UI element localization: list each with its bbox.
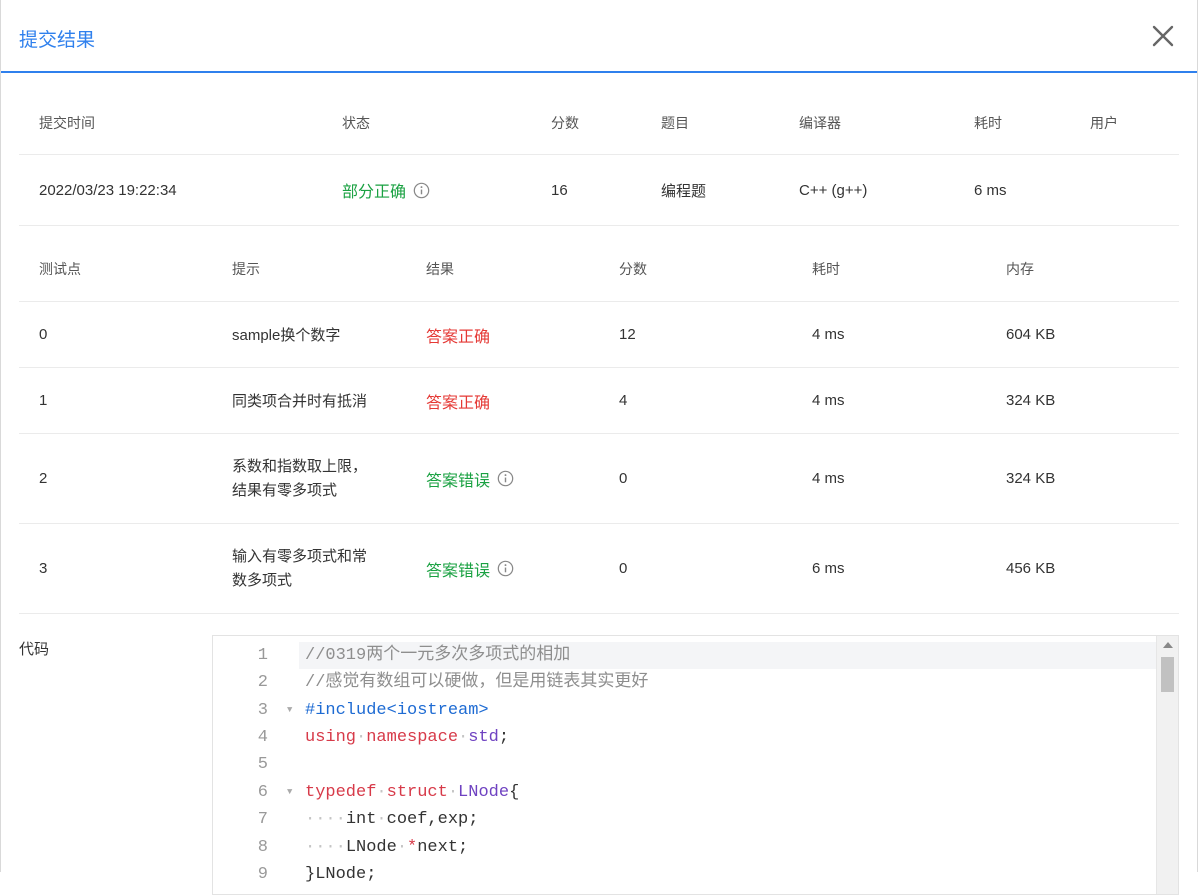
case-result-text: 答案错误 — [426, 472, 491, 490]
case-hint-line-1: 输入有零多项式和常 — [232, 547, 368, 565]
case-time: 4 ms — [812, 392, 845, 409]
line-number: 9 — [257, 865, 268, 884]
dialog-header: 提交结果 — [1, 0, 1197, 73]
case-hint: 同类项合并时有抵消 — [232, 393, 368, 410]
total-duration: 6 ms — [974, 181, 1007, 199]
code-text: ····int·coef,exp; — [305, 810, 479, 829]
code-line: 7 ····int·coef,exp; — [213, 806, 1158, 833]
code-label: 代码 — [19, 641, 50, 658]
case-hint-line-2: 数多项式 — [232, 571, 293, 589]
info-icon[interactable] — [497, 470, 514, 487]
table-row: 0 sample换个数字 答案正确 12 4 ms 604 KB — [19, 302, 1179, 368]
header-result: 结果 — [426, 261, 454, 277]
line-number: 4 — [257, 728, 268, 747]
case-time: 4 ms — [812, 326, 845, 343]
header-memory: 内存 — [1006, 261, 1034, 277]
compiler-name: C++ (g++) — [799, 181, 868, 199]
code-line: 2 //感觉有数组可以硬做，但是用链表其实更好 — [213, 669, 1158, 696]
problem-name: 编程题 — [661, 182, 707, 200]
submission-result-dialog: 提交结果 提交时间 状态 分数 题目 编译器 耗时 用户 2022/03/23 … — [0, 0, 1198, 895]
case-time: 6 ms — [812, 560, 845, 577]
close-icon[interactable] — [1151, 24, 1175, 48]
case-time: 4 ms — [812, 470, 845, 487]
code-text: #include<iostream> — [305, 701, 489, 720]
testcase-table: 测试点 提示 结果 分数 耗时 内存 0 sample换个数字 答案正确 12 … — [19, 237, 1179, 614]
case-memory: 456 KB — [1006, 560, 1056, 577]
fold-arrow-icon[interactable]: ▼ — [287, 779, 297, 806]
header-case-score: 分数 — [619, 261, 647, 277]
fold-arrow-icon[interactable]: ▼ — [287, 697, 297, 724]
line-number: 2 — [257, 673, 268, 692]
case-memory: 324 KB — [1006, 392, 1056, 409]
code-line: 8 ····LNode·*next; — [213, 834, 1158, 861]
code-line: 5 — [213, 751, 1158, 778]
scroll-thumb[interactable] — [1161, 657, 1174, 692]
line-number: 8 — [257, 838, 268, 857]
total-score: 16 — [551, 181, 568, 199]
header-submit-time: 提交时间 — [39, 115, 95, 131]
case-result: 答案正确 — [426, 394, 491, 412]
code-text: ····LNode·*next; — [305, 838, 469, 857]
table-row: 3 输入有零多项式和常 数多项式 答案错误 0 6 ms 456 KB — [19, 524, 1179, 614]
code-text: }LNode; — [305, 865, 377, 884]
scroll-up-arrow-icon[interactable] — [1163, 642, 1173, 648]
case-hint: 系数和指数取上限， 结果有零多项式 — [232, 434, 367, 523]
case-result: 答案正确 — [426, 328, 491, 346]
status-text: 部分正确 — [342, 184, 407, 201]
header-problem: 题目 — [661, 115, 689, 131]
code-line: 1 //0319两个一元多次多项式的相加 — [213, 642, 1158, 669]
case-result[interactable]: 答案错误 — [426, 524, 514, 613]
table-row: 1 同类项合并时有抵消 答案正确 4 4 ms 324 KB — [19, 368, 1179, 434]
header-testcase: 测试点 — [39, 261, 81, 277]
line-number: 6 — [257, 783, 268, 802]
code-text: //感觉有数组可以硬做，但是用链表其实更好 — [305, 673, 649, 692]
dialog-title: 提交结果 — [19, 30, 96, 51]
case-id: 2 — [39, 470, 48, 487]
case-result[interactable]: 答案错误 — [426, 434, 514, 523]
case-score: 0 — [619, 560, 628, 577]
case-score: 4 — [619, 392, 628, 409]
code-line: 3 ▼ #include<iostream> — [213, 697, 1158, 724]
case-memory: 324 KB — [1006, 470, 1056, 487]
line-number: 1 — [257, 646, 268, 665]
case-result-text: 答案错误 — [426, 562, 491, 580]
case-memory: 604 KB — [1006, 326, 1056, 343]
header-score: 分数 — [551, 115, 579, 131]
submit-time: 2022/03/23 19:22:34 — [39, 181, 177, 199]
header-compiler: 编译器 — [799, 115, 841, 131]
code-text: //0319两个一元多次多项式的相加 — [305, 646, 571, 665]
case-id: 0 — [39, 326, 48, 343]
summary-header-row: 提交时间 状态 分数 题目 编译器 耗时 用户 — [19, 92, 1179, 155]
case-score: 12 — [619, 326, 636, 343]
summary-row: 2022/03/23 19:22:34 部分正确 16 编程题 C++ (g++… — [19, 155, 1179, 226]
code-scrollbar[interactable] — [1156, 636, 1178, 894]
case-id: 3 — [39, 560, 48, 577]
code-line: 4 using·namespace·std; — [213, 724, 1158, 751]
testcase-header-row: 测试点 提示 结果 分数 耗时 内存 — [19, 237, 1179, 302]
case-hint-line-1: 系数和指数取上限， — [232, 457, 368, 475]
info-icon[interactable] — [497, 560, 514, 577]
case-id: 1 — [39, 392, 48, 409]
line-number: 5 — [257, 755, 268, 774]
code-line: 9 }LNode; — [213, 861, 1158, 888]
table-row: 2 系数和指数取上限， 结果有零多项式 答案错误 0 4 ms 324 KB — [19, 434, 1179, 524]
status-badge[interactable]: 部分正确 — [342, 155, 430, 225]
case-hint: 输入有零多项式和常 数多项式 — [232, 524, 367, 613]
case-hint-line-2: 结果有零多项式 — [232, 481, 338, 499]
case-score: 0 — [619, 470, 628, 487]
header-duration: 耗时 — [974, 115, 1002, 131]
header-case-time: 耗时 — [812, 261, 840, 277]
info-icon[interactable] — [413, 182, 430, 199]
case-hint: sample换个数字 — [232, 327, 341, 344]
line-number: 3 — [257, 701, 268, 720]
code-editor[interactable]: 1 //0319两个一元多次多项式的相加 2 //感觉有数组可以硬做，但是用链表… — [212, 635, 1179, 895]
header-hint: 提示 — [232, 261, 260, 277]
header-status: 状态 — [342, 115, 370, 131]
code-text: typedef·struct·LNode{ — [305, 783, 520, 802]
code-text: using·namespace·std; — [305, 728, 510, 747]
line-number: 7 — [257, 810, 268, 829]
code-line: 6 ▼ typedef·struct·LNode{ — [213, 779, 1158, 806]
header-user: 用户 — [1090, 115, 1118, 131]
summary-table: 提交时间 状态 分数 题目 编译器 耗时 用户 2022/03/23 19:22… — [19, 92, 1179, 226]
